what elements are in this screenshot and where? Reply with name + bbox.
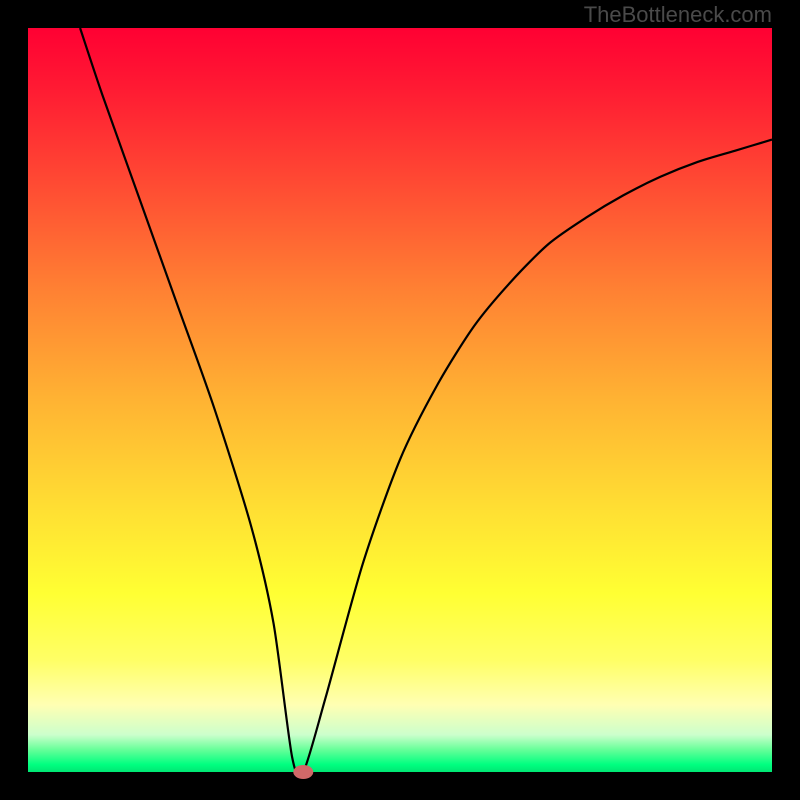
watermark-text: TheBottleneck.com xyxy=(584,2,772,28)
plot-gradient-background xyxy=(28,28,772,772)
optimal-point-marker xyxy=(293,765,313,779)
chart-frame: TheBottleneck.com xyxy=(0,0,800,800)
chart-svg xyxy=(28,28,772,772)
bottleneck-curve xyxy=(80,28,772,776)
